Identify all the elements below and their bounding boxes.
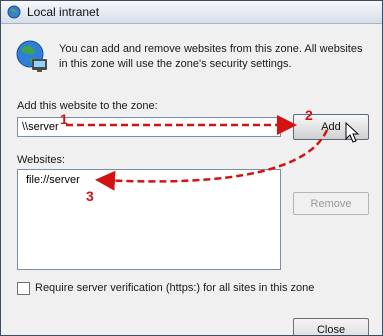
add-website-label: Add this website to the zone: xyxy=(17,100,158,112)
window-title: Local intranet xyxy=(27,5,100,19)
globe-network-icon xyxy=(16,40,47,72)
close-button[interactable]: Close xyxy=(293,318,369,335)
https-checkbox-label[interactable]: Require server verification (https:) for… xyxy=(35,282,314,294)
website-input[interactable] xyxy=(17,117,281,137)
step-2-label: 2 xyxy=(305,107,313,123)
remove-button[interactable]: Remove xyxy=(293,192,369,215)
websites-label: Websites: xyxy=(17,154,66,166)
zone-description: You can add and remove websites from thi… xyxy=(59,43,363,70)
dialog-body: You can add and remove websites from thi… xyxy=(1,24,382,335)
mouse-pointer-icon xyxy=(345,122,360,143)
step-3-label: 3 xyxy=(86,188,94,204)
globe-zone-icon xyxy=(7,5,21,19)
list-item[interactable]: file://server xyxy=(26,174,80,186)
local-intranet-dialog: Local intranet You can add and remove we… xyxy=(0,0,383,336)
step-1-label: 1 xyxy=(60,111,68,127)
title-bar: Local intranet xyxy=(1,1,382,24)
websites-list[interactable]: file://server xyxy=(17,169,281,270)
https-checkbox[interactable] xyxy=(17,282,30,295)
